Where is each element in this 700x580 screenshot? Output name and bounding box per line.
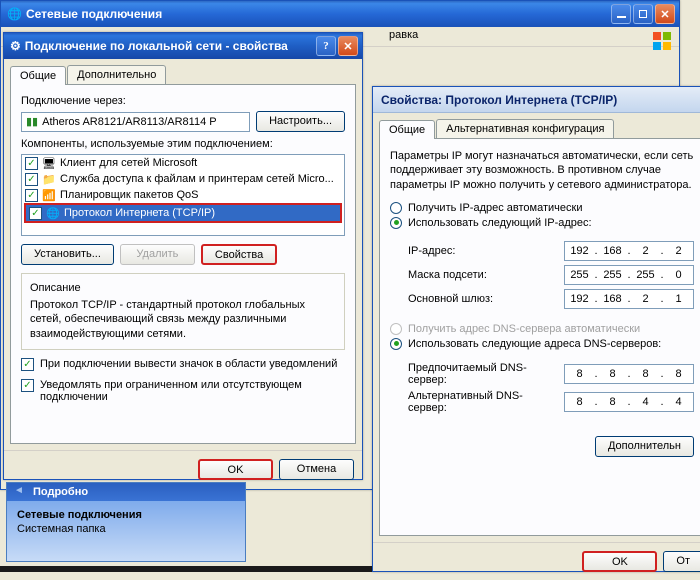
tab-altconfig[interactable]: Альтернативная конфигурация: [436, 119, 614, 138]
tab-general[interactable]: Общие: [379, 120, 435, 139]
configure-button[interactable]: Настроить...: [256, 111, 345, 132]
connect-using-label: Подключение через:: [21, 95, 345, 107]
cancel-button[interactable]: От: [663, 551, 700, 572]
lan-properties-dialog: ⚙ Подключение по локальной сети - свойст…: [3, 32, 363, 480]
radio-ip-auto-label: Получить IP-адрес автоматически: [408, 202, 582, 214]
checkbox[interactable]: ✓: [29, 207, 42, 220]
details-panel: Подробно Сетевые подключения Системная п…: [6, 482, 246, 562]
list-item-label: Протокол Интернета (TCP/IP): [64, 207, 215, 219]
radio-dns-auto-label: Получить адрес DNS-сервера автоматически: [408, 323, 640, 335]
client-icon: 🖥: [42, 156, 56, 170]
adapter-name: Atheros AR8121/AR8113/AR8114 P: [42, 116, 217, 128]
tcpip-caption[interactable]: Свойства: Протокол Интернета (TCP/IP): [373, 87, 700, 113]
mask-label: Маска подсети:: [408, 269, 556, 281]
details-title: Сетевые подключения: [17, 509, 235, 521]
radio-dns-manual[interactable]: [390, 338, 402, 350]
maximize-button[interactable]: [633, 4, 653, 24]
tray-checkbox-label: При подключении вывести значок в области…: [40, 358, 345, 370]
globe-icon: 🌐: [7, 7, 22, 21]
components-label: Компоненты, используемые этим подключени…: [21, 138, 345, 150]
gateway-field[interactable]: 192. 168. 2. 1: [564, 289, 694, 309]
lan-tab-body: Подключение через: ▮▮ Atheros AR8121/AR8…: [10, 84, 356, 444]
checkbox-notify[interactable]: ✓: [21, 379, 34, 392]
subnet-mask-field[interactable]: 255. 255. 255. 0: [564, 265, 694, 285]
service-icon: 📁: [42, 172, 56, 186]
tcpip-properties-dialog: Свойства: Протокол Интернета (TCP/IP) Об…: [372, 86, 700, 572]
lan-titlebar[interactable]: ⚙ Подключение по локальной сети - свойст…: [4, 33, 362, 59]
gateway-label: Основной шлюз:: [408, 293, 556, 305]
ip-section: IP-адрес: 192. 168. 2. 2 Маска подсети: …: [390, 235, 694, 317]
dns2-label: Альтернативный DNS-сервер:: [408, 390, 556, 414]
help-button[interactable]: ?: [316, 36, 336, 56]
ok-button[interactable]: OK: [198, 459, 273, 480]
list-item[interactable]: ✓ 🖥 Клиент для сетей Microsoft: [22, 155, 344, 171]
checkbox[interactable]: ✓: [25, 157, 38, 170]
help-text: Параметры IP могут назначаться автоматич…: [390, 149, 694, 192]
components-list[interactable]: ✓ 🖥 Клиент для сетей Microsoft ✓ 📁 Служб…: [21, 154, 345, 236]
protocol-icon: 🌐: [46, 206, 60, 220]
list-item-label: Клиент для сетей Microsoft: [60, 157, 197, 169]
properties-button[interactable]: Свойства: [201, 244, 277, 265]
tcpip-tab-body: Параметры IP могут назначаться автоматич…: [379, 138, 700, 536]
checkbox-tray[interactable]: ✓: [21, 358, 34, 371]
description-title: Описание: [30, 282, 336, 294]
radio-dns-auto: [390, 323, 402, 335]
tcpip-tabstrip: Общие Альтернативная конфигурация: [379, 119, 700, 138]
menu-item[interactable]: равка: [389, 29, 418, 41]
install-button[interactable]: Установить...: [21, 244, 114, 265]
list-item-label: Служба доступа к файлам и принтерам сете…: [60, 173, 334, 185]
details-subtitle: Системная папка: [17, 523, 235, 535]
list-item[interactable]: ✓ 📁 Служба доступа к файлам и принтерам …: [22, 171, 344, 187]
dns2-field[interactable]: 8. 8. 4. 4: [564, 392, 694, 412]
close-button[interactable]: ✕: [655, 4, 675, 24]
ip-address-field[interactable]: 192. 168. 2. 2: [564, 241, 694, 261]
tab-advanced[interactable]: Дополнительно: [67, 65, 166, 84]
main-title: Сетевые подключения: [26, 7, 162, 21]
lan-button-row: OK Отмена: [4, 450, 362, 488]
tcpip-title: Свойства: Протокол Интернета (TCP/IP): [381, 93, 617, 107]
radio-ip-auto[interactable]: [390, 202, 402, 214]
list-item-label: Планировщик пакетов QoS: [60, 189, 199, 201]
ip-label: IP-адрес:: [408, 245, 556, 257]
lan-title: Подключение по локальной сети - свойства: [25, 39, 288, 53]
cancel-button[interactable]: Отмена: [279, 459, 354, 480]
list-item[interactable]: ✓ 📶 Планировщик пакетов QoS: [22, 187, 344, 203]
dns-section: Предпочитаемый DNS-сервер: 8. 8. 8. 8 Ал…: [390, 356, 694, 422]
adapter-field: ▮▮ Atheros AR8121/AR8113/AR8114 P: [21, 112, 250, 132]
service-icon: 📶: [42, 188, 56, 202]
description-text: Протокол TCP/IP - стандартный протокол г…: [30, 298, 336, 341]
advanced-button[interactable]: Дополнительн: [595, 436, 694, 457]
network-icon: ⚙: [10, 39, 21, 53]
remove-button: Удалить: [120, 244, 195, 265]
description-group: Описание Протокол TCP/IP - стандартный п…: [21, 273, 345, 350]
dns1-field[interactable]: 8. 8. 8. 8: [564, 364, 694, 384]
notify-checkbox-label: Уведомлять при ограниченном или отсутств…: [40, 379, 345, 403]
xp-logo-icon: [651, 31, 673, 51]
tcpip-button-row: OK От: [373, 542, 700, 580]
checkbox[interactable]: ✓: [25, 189, 38, 202]
checkbox[interactable]: ✓: [25, 173, 38, 186]
lan-tabstrip: Общие Дополнительно: [10, 65, 356, 84]
minimize-button[interactable]: [611, 4, 631, 24]
main-titlebar[interactable]: 🌐 Сетевые подключения ✕: [1, 1, 679, 27]
dns1-label: Предпочитаемый DNS-сервер:: [408, 362, 556, 386]
close-button[interactable]: ✕: [338, 36, 358, 56]
nic-icon: ▮▮: [26, 115, 38, 128]
ok-button[interactable]: OK: [582, 551, 657, 572]
tab-general[interactable]: Общие: [10, 66, 66, 85]
list-item-tcpip[interactable]: ✓ 🌐 Протокол Интернета (TCP/IP): [24, 203, 342, 223]
radio-ip-manual[interactable]: [390, 217, 402, 229]
radio-ip-manual-label: Использовать следующий IP-адрес:: [408, 217, 592, 229]
radio-dns-manual-label: Использовать следующие адреса DNS-сервер…: [408, 338, 661, 350]
